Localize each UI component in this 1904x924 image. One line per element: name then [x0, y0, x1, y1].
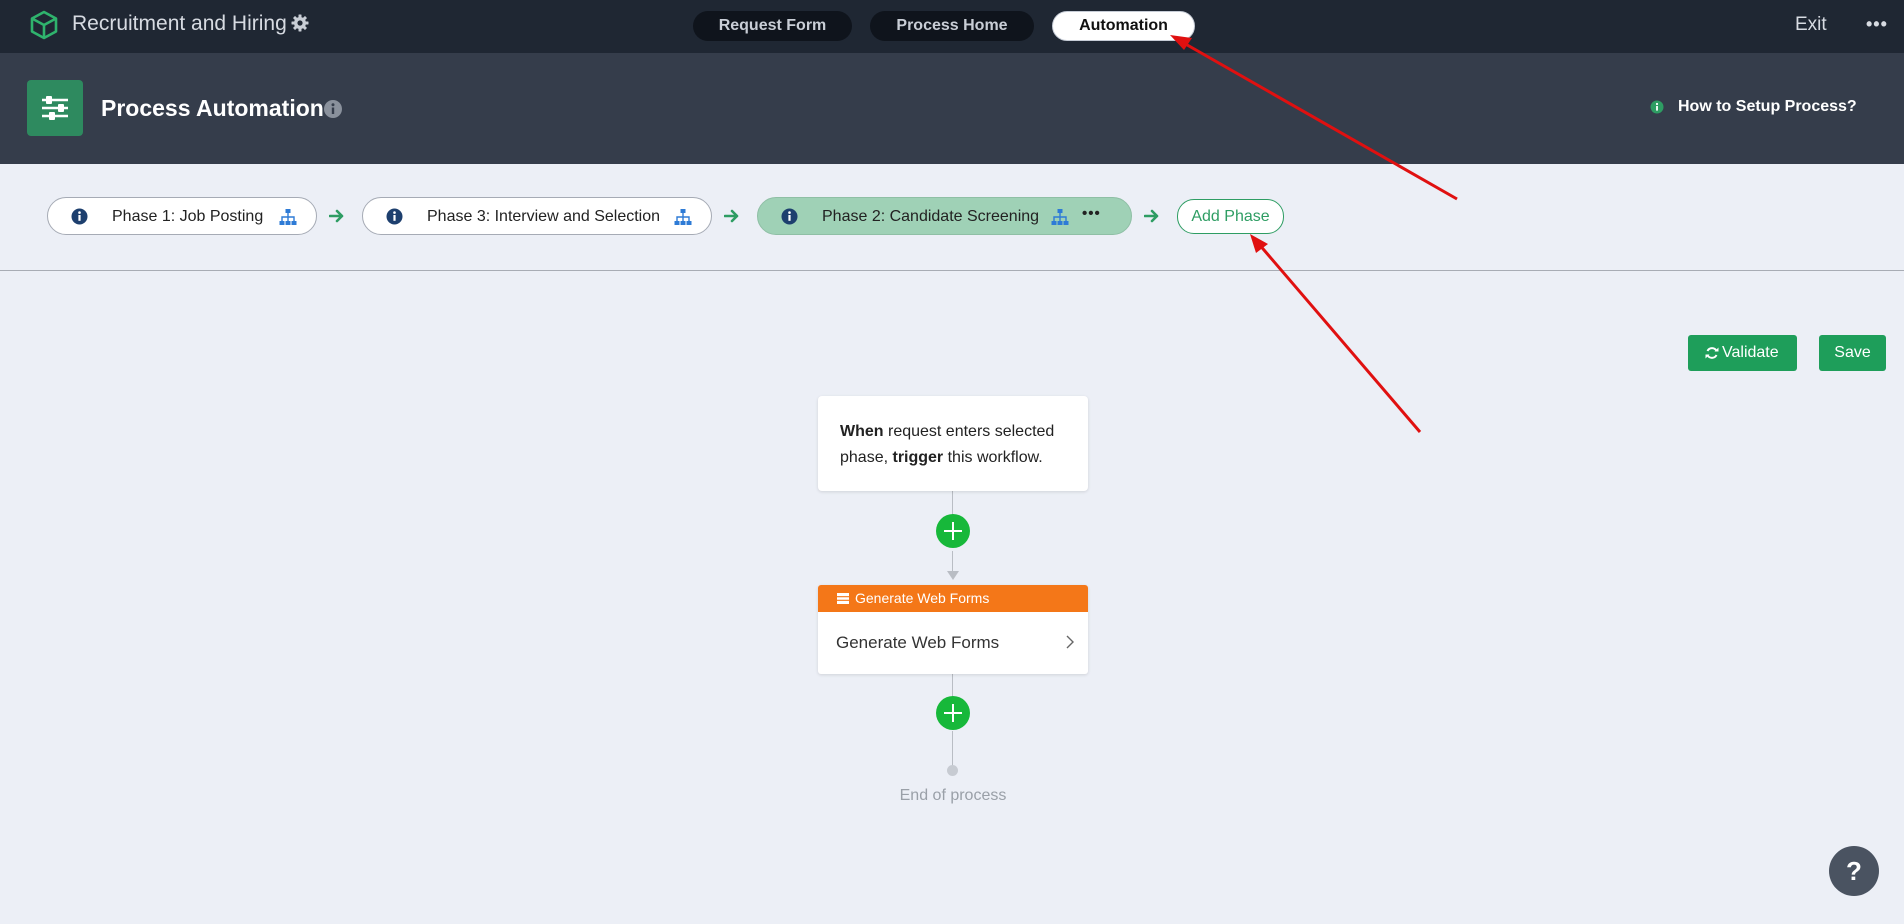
sitemap-icon[interactable]	[279, 208, 297, 226]
app-title: Recruitment and Hiring	[72, 12, 287, 35]
sliders-icon	[27, 80, 83, 136]
phase-interview-selection[interactable]: Phase 3: Interview and Selection	[362, 197, 712, 235]
trigger-text: this workflow.	[943, 449, 1043, 466]
info-icon[interactable]	[781, 208, 798, 225]
gear-icon[interactable]	[290, 13, 310, 33]
annotation-arrow-line	[1256, 242, 1422, 433]
save-button[interactable]: Save	[1819, 335, 1886, 371]
add-phase-button[interactable]: Add Phase	[1177, 199, 1284, 234]
connector-line	[952, 551, 953, 573]
top-bar: Recruitment and Hiring Request Form Proc…	[0, 0, 1904, 53]
end-marker	[947, 765, 958, 776]
chevron-right-icon[interactable]	[1065, 634, 1075, 650]
action-card-generate-web-forms[interactable]: Generate Web Forms Generate Web Forms	[818, 585, 1088, 674]
arrow-right-icon	[1144, 209, 1159, 223]
how-to-setup-label[interactable]: How to Setup Process?	[1678, 98, 1857, 116]
phase-candidate-screening[interactable]: Phase 2: Candidate Screening •••	[757, 197, 1132, 235]
trigger-word: trigger	[892, 449, 944, 466]
info-icon[interactable]	[71, 208, 88, 225]
end-of-process-label: End of process	[899, 787, 1007, 804]
connector-line	[952, 731, 953, 767]
add-step-button[interactable]	[936, 514, 970, 548]
tab-process-home[interactable]: Process Home	[870, 11, 1034, 41]
trigger-when: When	[840, 423, 884, 440]
phase-label: Phase 2: Candidate Screening	[822, 208, 1040, 225]
action-card-header: Generate Web Forms	[818, 585, 1088, 612]
info-icon[interactable]	[323, 99, 343, 119]
action-body-label: Generate Web Forms	[836, 633, 1000, 652]
more-menu-icon[interactable]: •••	[1866, 14, 1888, 35]
phase-job-posting[interactable]: Phase 1: Job Posting	[47, 197, 317, 235]
action-header-label: Generate Web Forms	[855, 590, 990, 606]
cube-logo-icon	[30, 10, 58, 40]
refresh-icon	[1705, 347, 1719, 359]
phase-more-icon[interactable]: •••	[1082, 205, 1101, 222]
trigger-card[interactable]: When request enters selected phase, trig…	[818, 396, 1088, 491]
add-step-button[interactable]	[936, 696, 970, 730]
page-title: Process Automation	[101, 95, 324, 121]
exit-button[interactable]: Exit	[1795, 14, 1827, 36]
info-icon	[1650, 100, 1664, 114]
phase-bar: Phase 1: Job Posting Phase 3: Interview …	[0, 164, 1904, 271]
arrow-right-icon	[329, 209, 344, 223]
tab-request-form[interactable]: Request Form	[693, 11, 852, 41]
validate-button[interactable]: Validate	[1688, 335, 1797, 371]
arrow-right-icon	[724, 209, 739, 223]
page-header: Process Automation How to Setup Process?	[0, 53, 1904, 164]
phase-label: Phase 1: Job Posting	[112, 208, 264, 225]
phase-label: Phase 3: Interview and Selection	[427, 208, 661, 225]
validate-label: Validate	[1722, 344, 1779, 361]
sitemap-icon[interactable]	[1051, 208, 1069, 226]
form-icon	[837, 593, 849, 604]
sitemap-icon[interactable]	[674, 208, 692, 226]
arrow-down-icon	[947, 571, 959, 580]
connector-line	[952, 674, 953, 698]
help-button[interactable]: ?	[1829, 846, 1879, 896]
tab-automation[interactable]: Automation	[1052, 11, 1195, 41]
info-icon[interactable]	[386, 208, 403, 225]
